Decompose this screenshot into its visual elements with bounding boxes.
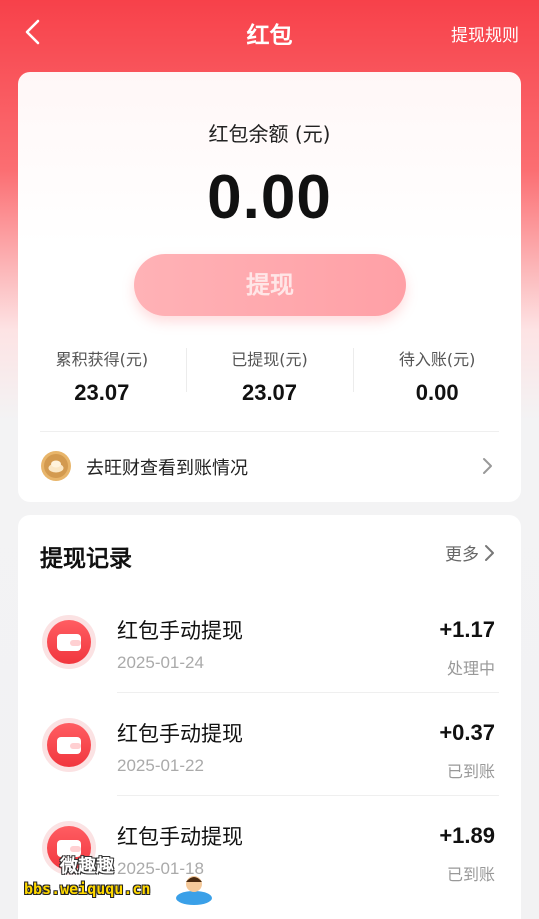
balance-amount: 0.00 bbox=[207, 163, 332, 232]
record-date: 2025-01-24 bbox=[117, 653, 204, 672]
withdraw-rules-link[interactable]: 提现规则 bbox=[451, 21, 519, 46]
stats-row: 累积获得(元) 23.07 已提现(元) 23.07 待入账(元) 0.00 bbox=[18, 344, 521, 410]
record-name: 红包手动提现 bbox=[117, 619, 243, 643]
withdraw-button[interactable]: 提现 bbox=[134, 254, 406, 316]
row-divider bbox=[117, 692, 499, 693]
stat-withdrawn: 已提现(元) 23.07 bbox=[185, 344, 354, 410]
watermark-url: bbs.weiququ.cn bbox=[24, 880, 151, 898]
mascot-icon bbox=[176, 876, 212, 905]
stat-label: 累积获得(元) bbox=[55, 350, 149, 369]
balance-card: 红包余额 (元) 0.00 提现 累积获得(元) 23.07 已提现(元) 23… bbox=[18, 72, 521, 502]
record-amount: +1.17 bbox=[439, 617, 495, 642]
wallet-icon bbox=[42, 718, 96, 772]
record-amount: +1.89 bbox=[439, 823, 495, 848]
stat-pending: 待入账(元) 0.00 bbox=[353, 344, 521, 410]
stat-label: 待入账(元) bbox=[398, 350, 476, 369]
coin-icon bbox=[41, 451, 71, 481]
chevron-right-icon bbox=[483, 458, 492, 474]
balance-label: 红包余额 (元) bbox=[208, 122, 331, 146]
wangcai-entry[interactable]: 去旺财查看到账情况 bbox=[18, 444, 521, 488]
watermark-text: 微趣趣 bbox=[60, 856, 114, 877]
record-amount: +0.37 bbox=[439, 720, 495, 745]
stat-total-earned: 累积获得(元) 23.07 bbox=[18, 344, 186, 410]
record-name: 红包手动提现 bbox=[117, 825, 243, 849]
record-status: 处理中 bbox=[446, 659, 495, 678]
stat-label: 已提现(元) bbox=[231, 350, 308, 369]
wallet-icon bbox=[42, 615, 96, 669]
record-row[interactable]: 红包手动提现 2025-01-24 +1.17 处理中 bbox=[18, 597, 521, 697]
chevron-right-icon bbox=[485, 544, 494, 561]
record-row[interactable]: 红包手动提现 2025-01-22 +0.37 已到账 bbox=[18, 700, 521, 800]
stat-value: 0.00 bbox=[415, 380, 459, 405]
divider bbox=[40, 431, 499, 432]
more-link[interactable]: 更多 bbox=[445, 540, 495, 565]
wangcai-label: 去旺财查看到账情况 bbox=[86, 458, 248, 479]
record-name: 红包手动提现 bbox=[117, 722, 243, 746]
watermark: 微趣趣 bbs.weiququ.cn bbox=[24, 852, 212, 912]
stat-value: 23.07 bbox=[241, 380, 298, 405]
record-status: 已到账 bbox=[446, 762, 495, 781]
record-status: 已到账 bbox=[446, 865, 495, 884]
record-date: 2025-01-22 bbox=[117, 756, 204, 775]
nav-bar: 红包 提现规则 bbox=[0, 0, 539, 64]
records-title: 提现记录 bbox=[40, 546, 132, 572]
stat-value: 23.07 bbox=[74, 380, 130, 405]
row-divider bbox=[117, 795, 499, 796]
more-label: 更多 bbox=[445, 545, 479, 565]
